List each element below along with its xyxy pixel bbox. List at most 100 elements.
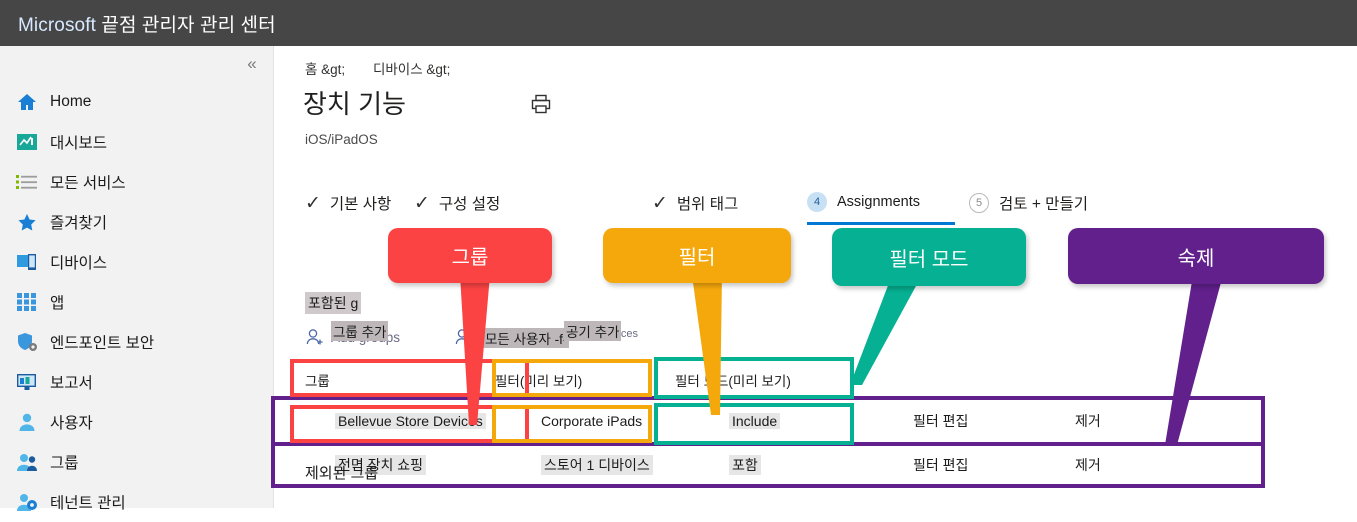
page-title: 장치 기능 — [303, 84, 406, 121]
callout-assignments: 숙제 — [1068, 228, 1324, 284]
assignments-table: 그룹 필터(미리 보기) 필터 모드(미리 보기) Bellevue Store… — [305, 364, 1265, 396]
sidebar-item-label: 테넌트 관리 — [50, 491, 126, 513]
sidebar-item-label: 대시보드 — [50, 131, 107, 153]
page-subtitle: iOS/iPadOS — [305, 132, 378, 147]
callout-tail-filter — [690, 275, 740, 415]
devices-icon — [14, 250, 40, 274]
callout-label: 필터 모드 — [889, 243, 968, 272]
table-row[interactable]: Bellevue Store Devices Corporate iPads I… — [275, 400, 1261, 442]
callout-tail-assignments — [1155, 275, 1225, 445]
reports-icon — [14, 370, 40, 394]
excluded-groups-label: 제외된 그룹 — [305, 462, 378, 483]
active-step-underline — [807, 222, 955, 225]
step-number-badge: 5 — [969, 193, 989, 213]
add-all-users-label-ko: 모든 사용자 -f- — [483, 328, 569, 348]
sidebar-item-groups[interactable]: 그룹 — [0, 442, 274, 482]
wizard-step-configuration-settings[interactable]: ✓ 구성 설정 — [414, 192, 500, 214]
table-cell-filter-value: 스토어 1 디바이스 — [541, 455, 653, 475]
edit-filter-link[interactable]: 필터 편집 — [889, 411, 1049, 431]
print-icon[interactable] — [529, 92, 553, 116]
breadcrumb-item-home[interactable]: 홈 &gt; — [305, 62, 345, 77]
assignments-rows-highlight-purple: Bellevue Store Devices Corporate iPads I… — [271, 396, 1265, 488]
home-icon — [14, 90, 40, 114]
table-cell-filter[interactable]: 스토어 1 디바이스 — [529, 455, 689, 475]
sidebar: « Home 대시보드 모든 서비스 즐겨찾기 — [0, 46, 274, 508]
sidebar-item-label: 디바이스 — [50, 251, 107, 273]
sidebar-item-favorites[interactable]: 즐겨찾기 — [0, 202, 274, 242]
wizard-step-label: 기본 사항 — [330, 192, 391, 214]
callout-label: 그룹 — [452, 241, 489, 270]
app-title: Microsoft 끝점 관리자 관리 센터 — [18, 10, 276, 37]
callout-label: 필터 — [679, 241, 716, 270]
wizard-step-label: Assignments — [837, 194, 920, 210]
add-groups-label-ko: 그룹 추가 — [331, 321, 388, 341]
app-title-rest: 끝점 관리자 관리 센터 — [101, 15, 275, 36]
wizard-step-assignments[interactable]: 4 Assignments — [807, 192, 920, 212]
sidebar-item-endpoint-security[interactable]: 엔드포인트 보안 — [0, 322, 274, 362]
callout-tail-group — [455, 275, 495, 425]
sidebar-item-label: 모든 서비스 — [50, 171, 126, 193]
sidebar-item-label: 그룹 — [50, 451, 79, 473]
edit-filter-link[interactable]: 필터 편집 — [889, 455, 1049, 475]
sidebar-item-home[interactable]: Home — [0, 82, 274, 122]
table-row[interactable]: 전면 장치 쇼핑 스토어 1 디바이스 포함 필터 편집 제거 — [275, 442, 1261, 484]
remove-link[interactable]: 제거 — [1049, 455, 1209, 475]
callout-label: 숙제 — [1178, 242, 1215, 271]
endpoint-security-icon — [14, 330, 40, 354]
table-cell-filter-value: Corporate iPads — [541, 413, 642, 429]
tenant-admin-icon — [14, 490, 40, 514]
wizard-step-label: 구성 설정 — [439, 192, 500, 214]
wizard-step-scope-tags[interactable]: ✓ 범위 태그 — [652, 192, 738, 214]
table-cell-filter-mode-value: 포함 — [729, 455, 761, 475]
sidebar-item-label: 앱 — [50, 291, 64, 313]
table-header-row: 그룹 필터(미리 보기) 필터 모드(미리 보기) — [305, 364, 1265, 396]
callout-filter: 필터 — [603, 228, 791, 283]
sidebar-item-devices[interactable]: 디바이스 — [0, 242, 274, 282]
star-icon — [14, 210, 40, 234]
table-cell-filter-mode-value: Include — [729, 413, 780, 429]
breadcrumb: 홈 &gt; 디바이스 &gt; — [305, 58, 474, 78]
sidebar-item-label: 보고서 — [50, 371, 93, 393]
sidebar-item-label: 엔드포인트 보안 — [50, 331, 154, 353]
wizard-step-basics[interactable]: ✓ 기본 사항 — [305, 192, 391, 214]
all-services-icon — [14, 170, 40, 194]
sidebar-item-label: 사용자 — [50, 411, 93, 433]
add-all-devices-button[interactable]: Add all devices 공기 추가 — [564, 328, 638, 340]
check-icon: ✓ — [652, 194, 668, 213]
sidebar-item-users[interactable]: 사용자 — [0, 402, 274, 442]
add-all-devices-label-ko: 공기 추가 — [564, 321, 621, 341]
add-groups-button[interactable]: Add groups 그룹 추가 — [305, 328, 400, 346]
sidebar-item-reports[interactable]: 보고서 — [0, 362, 274, 402]
included-groups-label: 포함된 g — [305, 292, 361, 314]
sidebar-item-apps[interactable]: 앱 — [0, 282, 274, 322]
users-icon — [14, 410, 40, 434]
wizard-steps: ✓ 기본 사항 ✓ 구성 설정 ✓ 범위 태그 4 Assignments 5 … — [284, 192, 1354, 226]
groups-icon — [14, 450, 40, 474]
sidebar-item-tenant-admin[interactable]: 테넌트 관리 — [0, 482, 274, 522]
check-icon: ✓ — [414, 194, 430, 213]
add-user-icon — [305, 328, 325, 346]
wizard-step-label: 범위 태그 — [677, 192, 738, 214]
breadcrumb-item-devices[interactable]: 디바이스 &gt; — [373, 62, 450, 77]
step-number-badge: 4 — [807, 192, 827, 212]
dashboard-icon — [14, 130, 40, 154]
wizard-step-label: 검토 + 만들기 — [999, 192, 1088, 214]
sidebar-nav-list: Home 대시보드 모든 서비스 즐겨찾기 디바이스 — [0, 82, 274, 522]
collapse-sidebar-icon[interactable]: « — [241, 54, 263, 74]
table-header-filter: 필터(미리 보기) — [495, 370, 675, 390]
table-cell-filter-mode[interactable]: 포함 — [689, 455, 889, 475]
callout-group: 그룹 — [388, 228, 552, 283]
app-title-microsoft: Microsoft — [18, 15, 96, 36]
sidebar-item-label: 즐겨찾기 — [50, 211, 107, 233]
apps-icon — [14, 290, 40, 314]
sidebar-item-dashboard[interactable]: 대시보드 — [0, 122, 274, 162]
wizard-step-review-create[interactable]: 5 검토 + 만들기 — [969, 192, 1088, 214]
table-cell-filter-mode[interactable]: Include — [689, 413, 889, 429]
sidebar-item-label: Home — [50, 93, 91, 111]
top-bar: Microsoft 끝점 관리자 관리 센터 — [0, 0, 1357, 46]
callout-tail-filter-mode — [830, 275, 940, 385]
callout-filter-mode: 필터 모드 — [832, 228, 1026, 286]
check-icon: ✓ — [305, 194, 321, 213]
sidebar-item-all-services[interactable]: 모든 서비스 — [0, 162, 274, 202]
table-cell-filter[interactable]: Corporate iPads — [529, 413, 689, 429]
